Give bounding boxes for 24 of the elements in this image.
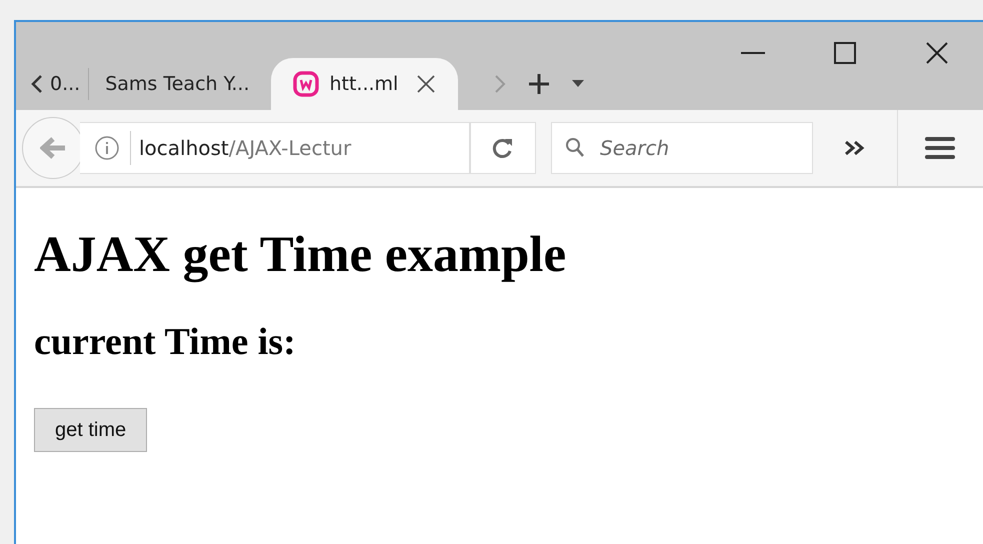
close-tab-icon[interactable]	[416, 74, 436, 94]
search-field[interactable]: Search	[551, 122, 813, 174]
close-icon	[926, 42, 948, 64]
page-subheading: current Time is:	[34, 320, 297, 364]
info-icon	[94, 135, 120, 161]
plus-icon[interactable]	[528, 73, 550, 95]
reload-icon	[492, 137, 514, 159]
browser-tab[interactable]: Sams Teach Y...	[89, 58, 266, 110]
favicon-icon	[293, 71, 320, 97]
maximize-icon	[834, 42, 856, 64]
dropdown-icon[interactable]	[572, 80, 584, 88]
scroll-left-icon[interactable]	[30, 74, 44, 94]
minimize-icon	[741, 51, 765, 55]
url-path: /AJAX-Lectur	[228, 136, 352, 160]
reload-button[interactable]	[470, 122, 536, 174]
page-heading: AJAX get Time example	[34, 226, 568, 284]
url-host: localhost	[139, 136, 229, 160]
menu-icon[interactable]	[925, 136, 955, 160]
browser-tab[interactable]: 0...	[44, 58, 88, 110]
overflow-chevrons-icon[interactable]	[843, 139, 867, 157]
address-bar[interactable]: localhost/AJAX-Lectur	[80, 122, 470, 174]
browser-tab[interactable]: htt...ml	[271, 58, 458, 110]
back-arrow-icon	[40, 137, 66, 159]
get-time-button[interactable]: get time	[34, 408, 148, 452]
